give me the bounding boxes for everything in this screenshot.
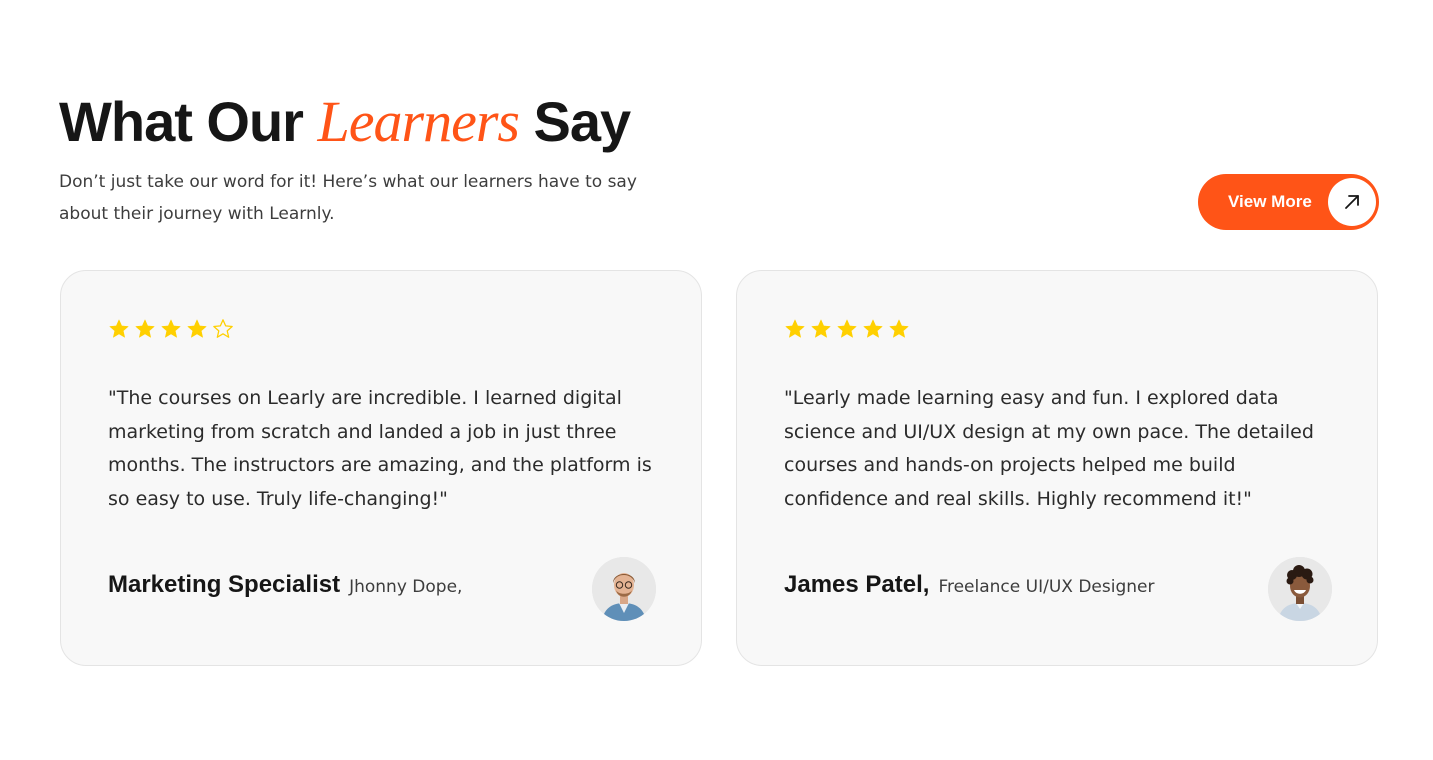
star-rating (108, 318, 234, 340)
section-subtitle: Don’t just take our word for it! Here’s … (59, 172, 637, 224)
author-role: Jhonny Dope, (349, 577, 463, 597)
author-name: Marketing Specialist (108, 571, 341, 598)
star-filled-icon (811, 319, 831, 338)
star-filled-icon (109, 319, 129, 338)
heading-text-end: Say (519, 90, 632, 153)
star-filled-icon (889, 319, 909, 338)
testimonial-author: James Patel, Freelance UI/UX Designer (784, 571, 1154, 599)
star-filled-icon (863, 319, 883, 338)
star-filled-icon (785, 319, 805, 338)
heading-accent-word: Learners (317, 89, 520, 154)
view-more-label: View More (1228, 192, 1312, 211)
testimonial-card: "The courses on Learly are incredible. I… (60, 270, 702, 666)
heading-text-start: What Our (59, 90, 318, 153)
person-avatar-icon (592, 557, 656, 621)
star-filled-icon (135, 319, 155, 338)
author-role: Freelance UI/UX Designer (938, 577, 1155, 597)
arrow-up-right-icon (1328, 178, 1376, 226)
view-more-button[interactable]: View More (1198, 174, 1379, 230)
star-filled-icon (187, 319, 207, 338)
testimonials-section: What Our Learners Say Don’t just take ou… (0, 0, 1433, 760)
star-filled-icon (161, 319, 181, 338)
star-filled-icon (837, 319, 857, 338)
section-heading: What Our Learners Say (59, 88, 632, 156)
author-name: James Patel, (784, 571, 930, 598)
testimonial-quote: "The courses on Learly are incredible. I… (108, 387, 652, 510)
star-outline-icon (213, 319, 233, 338)
testimonial-quote: "Learly made learning easy and fun. I ex… (784, 387, 1314, 510)
person-avatar-icon (1268, 557, 1332, 621)
avatar (1268, 557, 1332, 621)
testimonial-card: "Learly made learning easy and fun. I ex… (736, 270, 1378, 666)
testimonial-author: Marketing Specialist Jhonny Dope, (108, 571, 462, 599)
star-rating (784, 318, 910, 340)
avatar (592, 557, 656, 621)
